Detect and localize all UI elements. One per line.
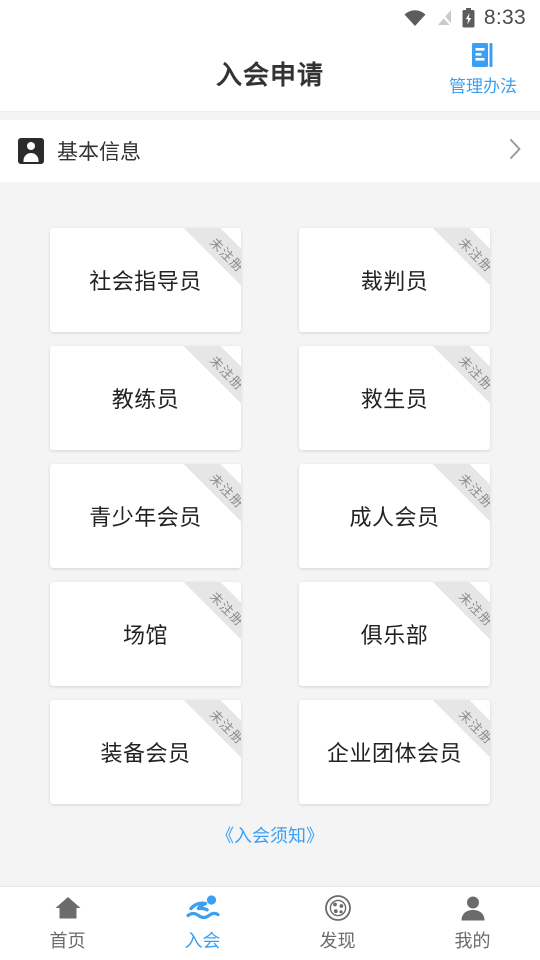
membership-card-grid: 社会指导员 未注册 裁判员 未注册 教练员 未注册 救生员 未注册 青少年会员 未注册 成人会员 未注… bbox=[50, 228, 490, 804]
membership-card-label: 俱乐部 bbox=[360, 623, 429, 648]
membership-card-label: 企业团体会员 bbox=[326, 741, 462, 766]
registration-status-text: 未注册 bbox=[207, 234, 241, 275]
page-title: 入会申请 bbox=[215, 60, 324, 90]
registration-status-text: 未注册 bbox=[207, 470, 241, 511]
membership-notice-link[interactable]: 《入会须知》 bbox=[216, 826, 324, 846]
tab-label: 发现 bbox=[319, 931, 356, 951]
bottom-tab-bar: 首页 入会 发现 我的 bbox=[0, 886, 540, 960]
home-icon bbox=[54, 894, 82, 922]
tab-person[interactable]: 我的 bbox=[405, 887, 540, 960]
swimmer-icon bbox=[185, 894, 220, 922]
registration-status-text: 未注册 bbox=[207, 706, 241, 747]
signal-off-icon bbox=[436, 9, 453, 27]
membership-card-label: 救生员 bbox=[360, 387, 429, 412]
wifi-icon bbox=[403, 9, 427, 27]
person-badge-icon bbox=[18, 138, 44, 164]
registration-status-text: 未注册 bbox=[456, 470, 490, 511]
tab-label: 我的 bbox=[454, 931, 491, 951]
registration-status-text: 未注册 bbox=[456, 588, 490, 629]
membership-card-label: 成人会员 bbox=[349, 505, 440, 530]
status-bar: 8:33 bbox=[0, 0, 540, 36]
membership-card-label: 场馆 bbox=[122, 623, 168, 648]
management-rules-label: 管理办法 bbox=[449, 77, 517, 96]
registration-status-ribbon: 未注册 bbox=[420, 346, 490, 416]
membership-card[interactable]: 成人会员 未注册 bbox=[299, 464, 490, 568]
registration-status-text: 未注册 bbox=[207, 588, 241, 629]
membership-card[interactable]: 救生员 未注册 bbox=[299, 346, 490, 450]
app-header: 入会申请 管理办法 bbox=[0, 36, 540, 112]
registration-status-text: 未注册 bbox=[207, 352, 241, 393]
membership-card[interactable]: 装备会员 未注册 bbox=[50, 700, 241, 804]
membership-card[interactable]: 企业团体会员 未注册 bbox=[299, 700, 490, 804]
status-bar-clock: 8:33 bbox=[483, 6, 526, 29]
membership-card-label: 社会指导员 bbox=[89, 269, 202, 294]
membership-card-label: 青少年会员 bbox=[89, 505, 202, 530]
basic-info-label: 基本信息 bbox=[57, 141, 141, 164]
tab-home[interactable]: 首页 bbox=[0, 887, 135, 960]
registration-status-ribbon: 未注册 bbox=[420, 582, 490, 652]
membership-card[interactable]: 裁判员 未注册 bbox=[299, 228, 490, 332]
membership-card-label: 教练员 bbox=[111, 387, 180, 412]
registration-status-ribbon: 未注册 bbox=[171, 346, 241, 416]
registration-status-ribbon: 未注册 bbox=[171, 582, 241, 652]
basic-info-row[interactable]: 基本信息 bbox=[0, 120, 540, 182]
membership-card-label: 装备会员 bbox=[100, 741, 191, 766]
membership-card[interactable]: 青少年会员 未注册 bbox=[50, 464, 241, 568]
battery-charging-icon bbox=[462, 8, 475, 28]
discover-ball-icon bbox=[324, 894, 352, 922]
membership-card[interactable]: 教练员 未注册 bbox=[50, 346, 241, 450]
membership-card-label: 裁判员 bbox=[360, 269, 429, 294]
notice-section: 《入会须知》 bbox=[50, 804, 490, 862]
document-icon bbox=[470, 42, 496, 70]
membership-card[interactable]: 俱乐部 未注册 bbox=[299, 582, 490, 686]
registration-status-text: 未注册 bbox=[456, 234, 490, 275]
header-divider-gap bbox=[0, 112, 540, 120]
tab-label: 入会 bbox=[184, 931, 221, 951]
registration-status-ribbon: 未注册 bbox=[420, 228, 490, 298]
tab-label: 首页 bbox=[49, 931, 86, 951]
membership-card[interactable]: 场馆 未注册 bbox=[50, 582, 241, 686]
membership-card[interactable]: 社会指导员 未注册 bbox=[50, 228, 241, 332]
registration-status-text: 未注册 bbox=[456, 352, 490, 393]
person-icon bbox=[460, 894, 486, 922]
app-root: 8:33 入会申请 管理办法 基本信息 社会指导员 未注册 裁判员 未注册 教练… bbox=[0, 0, 540, 960]
management-rules-button[interactable]: 管理办法 bbox=[440, 42, 526, 97]
tab-swimmer[interactable]: 入会 bbox=[135, 887, 270, 960]
chevron-right-icon bbox=[509, 138, 522, 165]
tab-discover-ball[interactable]: 发现 bbox=[270, 887, 405, 960]
membership-type-section: 社会指导员 未注册 裁判员 未注册 教练员 未注册 救生员 未注册 青少年会员 未注册 成人会员 未注… bbox=[0, 182, 540, 886]
